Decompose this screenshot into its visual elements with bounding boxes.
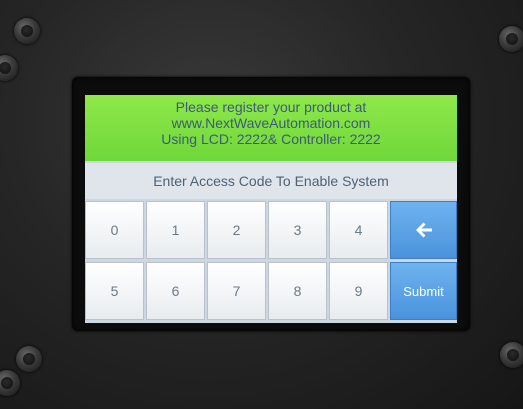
touch-screen: Please register your product at www.Next… (85, 95, 457, 323)
submit-button[interactable]: Submit (390, 262, 457, 320)
numeric-keypad: 0 1 2 3 4 5 6 7 8 9 Submit (85, 201, 457, 323)
device-housing: Please register your product at www.Next… (0, 0, 523, 409)
access-code-prompt: Enter Access Code To Enable System (85, 163, 457, 199)
screw-top-left (14, 18, 40, 44)
key-6[interactable]: 6 (146, 262, 205, 320)
screw-bottom-left (16, 346, 42, 372)
screw-bottom-right (500, 342, 523, 368)
banner-line-3: Using LCD: 2222& Controller: 2222 (161, 131, 381, 147)
key-0[interactable]: 0 (85, 201, 144, 259)
screw-top-right (499, 26, 523, 52)
banner-line-2: www.NextWaveAutomation.com (171, 115, 371, 131)
key-9[interactable]: 9 (329, 262, 388, 320)
registration-banner: Please register your product at www.Next… (85, 95, 457, 161)
key-5[interactable]: 5 (85, 262, 144, 320)
key-3[interactable]: 3 (268, 201, 327, 259)
banner-line-1: Please register your product at (175, 99, 367, 115)
screw-left-mid (0, 55, 18, 81)
key-8[interactable]: 8 (268, 262, 327, 320)
backspace-button[interactable] (390, 201, 457, 259)
key-2[interactable]: 2 (207, 201, 266, 259)
key-4[interactable]: 4 (329, 201, 388, 259)
screw-bottom-left-edge (0, 370, 20, 396)
left-arrow-icon (415, 222, 432, 238)
key-7[interactable]: 7 (207, 262, 266, 320)
key-1[interactable]: 1 (146, 201, 205, 259)
